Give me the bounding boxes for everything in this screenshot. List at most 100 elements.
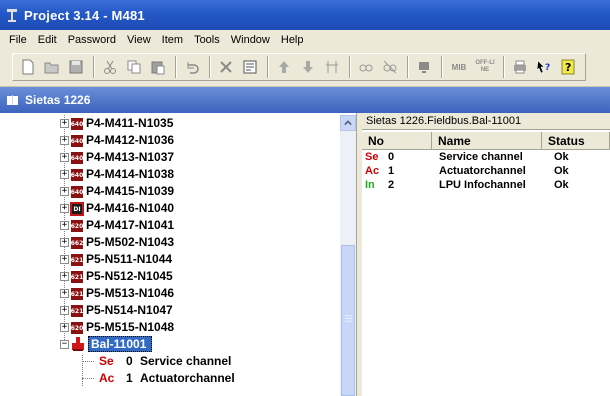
panel-header: Sietas 1226 [0, 87, 610, 113]
menu-item[interactable]: Item [157, 34, 189, 46]
compare-icon [326, 61, 338, 73]
tree-item[interactable]: + 662 P5-M502-N1043 [2, 234, 340, 251]
expand-button[interactable]: + [60, 323, 69, 332]
tree-item[interactable]: + 621 P5-N512-N1045 [2, 268, 340, 285]
upload-button[interactable] [273, 56, 295, 78]
tree-item[interactable]: + 640 P4-M415-N1039 [2, 183, 340, 200]
row-no: 2 [388, 179, 395, 191]
channel-label: Actuatorchannel [140, 371, 235, 385]
chevron-up-icon [344, 120, 352, 126]
tree-item[interactable]: + 640 P4-M413-N1037 [2, 149, 340, 166]
cut-button[interactable] [99, 56, 121, 78]
table-row[interactable]: In 2 LPU Infochannel Ok [362, 179, 610, 192]
menu-tools[interactable]: Tools [189, 34, 226, 46]
row-name: LPU Infochannel [439, 179, 526, 191]
table-header: No Name Status [362, 132, 610, 150]
tree-item[interactable]: + 621 P5-M513-N1046 [2, 285, 340, 302]
save-button[interactable] [65, 56, 87, 78]
tree-item-selected[interactable]: − Bal-11001 [2, 336, 340, 353]
column-header-name[interactable]: Name [432, 132, 542, 150]
menu-help[interactable]: Help [276, 34, 310, 46]
tree-child-item[interactable]: Ac 1 Actuatorchannel [2, 370, 340, 387]
help-icon: ? [561, 59, 575, 75]
menu-bar: File Edit Password View Item Tools Windo… [0, 30, 610, 49]
tree-item[interactable]: + 640 P4-M414-N1038 [2, 166, 340, 183]
tree-item[interactable]: + 621 P5-N511-N1044 [2, 251, 340, 268]
online-icon [359, 64, 373, 72]
tree-item[interactable]: + 621 P5-N514-N1047 [2, 302, 340, 319]
expand-button[interactable]: + [60, 221, 69, 230]
row-no: 1 [388, 165, 395, 177]
expand-button[interactable]: + [60, 170, 69, 179]
tree-item[interactable]: + 620 P5-M515-N1048 [2, 319, 340, 336]
collapse-button[interactable]: − [60, 340, 69, 349]
tree-child-item[interactable]: Se 0 Service channel [2, 353, 340, 370]
window-title: Project 3.14 - M481 [24, 7, 145, 23]
menu-view[interactable]: View [122, 34, 157, 46]
print-button[interactable] [509, 56, 531, 78]
print-icon [514, 60, 526, 74]
row-no: 0 [388, 151, 395, 163]
expand-button[interactable]: + [60, 238, 69, 247]
table-row[interactable]: Se 0 Service channel Ok [362, 151, 610, 164]
properties-button[interactable] [239, 56, 261, 78]
context-help-button[interactable]: ? [533, 56, 555, 78]
scroll-up-button[interactable] [340, 115, 356, 131]
expand-button[interactable]: + [60, 289, 69, 298]
compare-button[interactable] [321, 56, 343, 78]
tree-item[interactable]: + 640 P4-M412-N1036 [2, 132, 340, 149]
menu-edit[interactable]: Edit [33, 34, 63, 46]
expand-button[interactable]: + [60, 272, 69, 281]
tree-item-label: P5-N511-N1044 [86, 252, 173, 266]
mib-button[interactable]: MIB [447, 56, 471, 78]
online-button[interactable] [355, 56, 377, 78]
valve-icon [72, 337, 84, 351]
module-icon: 640 [71, 152, 83, 164]
tree-item-label: P4-M412-N1036 [86, 133, 175, 147]
toolbar-separator [209, 56, 211, 78]
svg-text:?: ? [565, 61, 571, 74]
expand-button[interactable]: + [60, 255, 69, 264]
expand-button[interactable]: + [60, 136, 69, 145]
tree-view: + 640 P4-M411-N1035 + 640 P4-M412-N1036 … [2, 115, 340, 396]
expand-button[interactable]: + [60, 187, 69, 196]
menu-password[interactable]: Password [63, 34, 122, 46]
tree-item[interactable]: + 620 P4-M417-N1041 [2, 217, 340, 234]
toolbar-strip: MIB OFF-LINE ? ? [12, 53, 586, 81]
detail-path: Sietas 1226.Fieldbus.Bal-11001 [362, 113, 610, 130]
row-prefix: Se [365, 151, 379, 163]
open-button[interactable] [41, 56, 63, 78]
offline-button[interactable] [379, 56, 401, 78]
column-header-no[interactable]: No [362, 132, 432, 150]
column-header-status[interactable]: Status [542, 132, 610, 150]
tree-item[interactable]: + DI P4-M416-N1040 [2, 200, 340, 217]
expand-button[interactable]: + [60, 119, 69, 128]
module-icon: 662 [71, 237, 83, 249]
paste-button[interactable] [147, 56, 169, 78]
menu-window[interactable]: Window [226, 34, 276, 46]
undo-button[interactable] [181, 56, 203, 78]
tree-scrollbar[interactable] [340, 115, 356, 396]
toolbar-separator [349, 56, 351, 78]
copy-button[interactable] [123, 56, 145, 78]
off-line-button[interactable]: OFF-LINE [473, 56, 497, 78]
new-button[interactable] [17, 56, 39, 78]
off-line-icon: OFF-LINE [475, 60, 495, 73]
delete-button[interactable] [215, 56, 237, 78]
expand-button[interactable]: + [60, 204, 69, 213]
properties-icon [243, 60, 257, 74]
panel-title: Sietas 1226 [25, 93, 91, 107]
tree-item[interactable]: + 640 P4-M411-N1035 [2, 115, 340, 132]
monitor-button[interactable] [413, 56, 435, 78]
toolbar-separator [175, 56, 177, 78]
expand-button[interactable]: + [60, 306, 69, 315]
expand-button[interactable]: + [60, 153, 69, 162]
tree-item-label: P4-M417-N1041 [86, 218, 175, 232]
menu-file[interactable]: File [4, 34, 33, 46]
help-button[interactable]: ? [557, 56, 579, 78]
table-row[interactable]: Ac 1 Actuatorchannel Ok [362, 165, 610, 178]
download-button[interactable] [297, 56, 319, 78]
toolbar-separator [503, 56, 505, 78]
scroll-thumb[interactable] [341, 245, 355, 396]
title-bar: Project 3.14 - M481 [0, 0, 610, 30]
